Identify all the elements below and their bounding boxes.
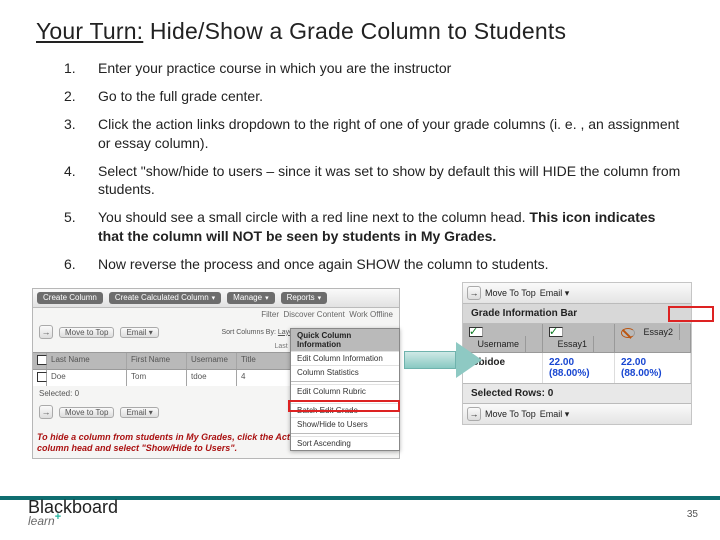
brand-logo: Blackboard learn+	[28, 497, 118, 528]
reports-button[interactable]: Reports▾	[281, 292, 328, 304]
manage-button[interactable]: Manage▾	[227, 292, 274, 304]
move-arrow-icon[interactable]: →	[467, 407, 481, 421]
email-button[interactable]: Email ▾	[120, 327, 158, 338]
title-rest: Hide/Show a Grade Column to Students	[143, 18, 566, 44]
move-top-button[interactable]: Move to Top	[59, 327, 114, 338]
email-button[interactable]: Email ▾	[540, 409, 570, 420]
move-arrow-icon[interactable]: →	[467, 286, 481, 300]
right-panel-mock: → Move To Top Email ▾ Grade Information …	[462, 282, 692, 425]
grade-info-bar: Grade Information Bar	[463, 304, 691, 324]
move-top-button[interactable]: Move To Top	[485, 409, 536, 419]
steps-list: 1.Enter your practice course in which yo…	[64, 59, 692, 274]
checkbox-icon	[549, 327, 563, 337]
menu-item-showhide[interactable]: Show/Hide to Users	[291, 417, 399, 431]
email-button[interactable]: Email ▾	[120, 407, 158, 418]
slide-title: Your Turn: Hide/Show a Grade Column to S…	[36, 18, 692, 45]
step-1: Enter your practice course in which you …	[98, 59, 692, 78]
step-2: Go to the full grade center.	[98, 87, 692, 106]
menu-item[interactable]: Column Statistics	[291, 365, 399, 379]
menu-item[interactable]: Edit Column Rubric	[291, 384, 399, 398]
move-top-button[interactable]: Move To Top	[485, 288, 536, 298]
step-5: You should see a small circle with a red…	[98, 208, 692, 246]
create-calc-button[interactable]: Create Calculated Column▾	[109, 292, 221, 304]
arrow-icon	[404, 342, 484, 378]
selected-rows: Selected Rows: 0	[463, 383, 691, 404]
step-6: Now reverse the process and once again S…	[98, 255, 692, 274]
action-menu: Quick Column Information Edit Column Inf…	[290, 328, 400, 451]
highlight-box	[668, 306, 714, 322]
email-button[interactable]: Email ▾	[540, 288, 570, 299]
create-column-button[interactable]: Create Column	[37, 292, 103, 304]
move-arrow-icon[interactable]: →	[39, 325, 53, 339]
table-row[interactable]: tobidoe 22.00 (88.00%) 22.00 (88.00%)	[463, 353, 691, 383]
screenshot-area: Create Column Create Calculated Column▾ …	[32, 288, 692, 448]
menu-item[interactable]: Sort Ascending	[291, 436, 399, 450]
menu-item[interactable]: Edit Column Information	[291, 351, 399, 365]
step-3: Click the action links dropdown to the r…	[98, 115, 692, 153]
move-arrow-icon[interactable]: →	[39, 405, 53, 419]
page-number: 35	[687, 509, 698, 520]
move-top-button[interactable]: Move to Top	[59, 407, 114, 418]
highlight-box	[288, 400, 400, 412]
checkbox-icon	[469, 327, 483, 337]
menu-header: Quick Column Information	[291, 329, 399, 351]
hidden-icon	[621, 328, 635, 338]
title-lead: Your Turn:	[36, 18, 143, 44]
panel-cols: Username Essay1 Essay2	[463, 324, 691, 353]
step-4: Select "show/hide to users – since it wa…	[98, 162, 692, 200]
